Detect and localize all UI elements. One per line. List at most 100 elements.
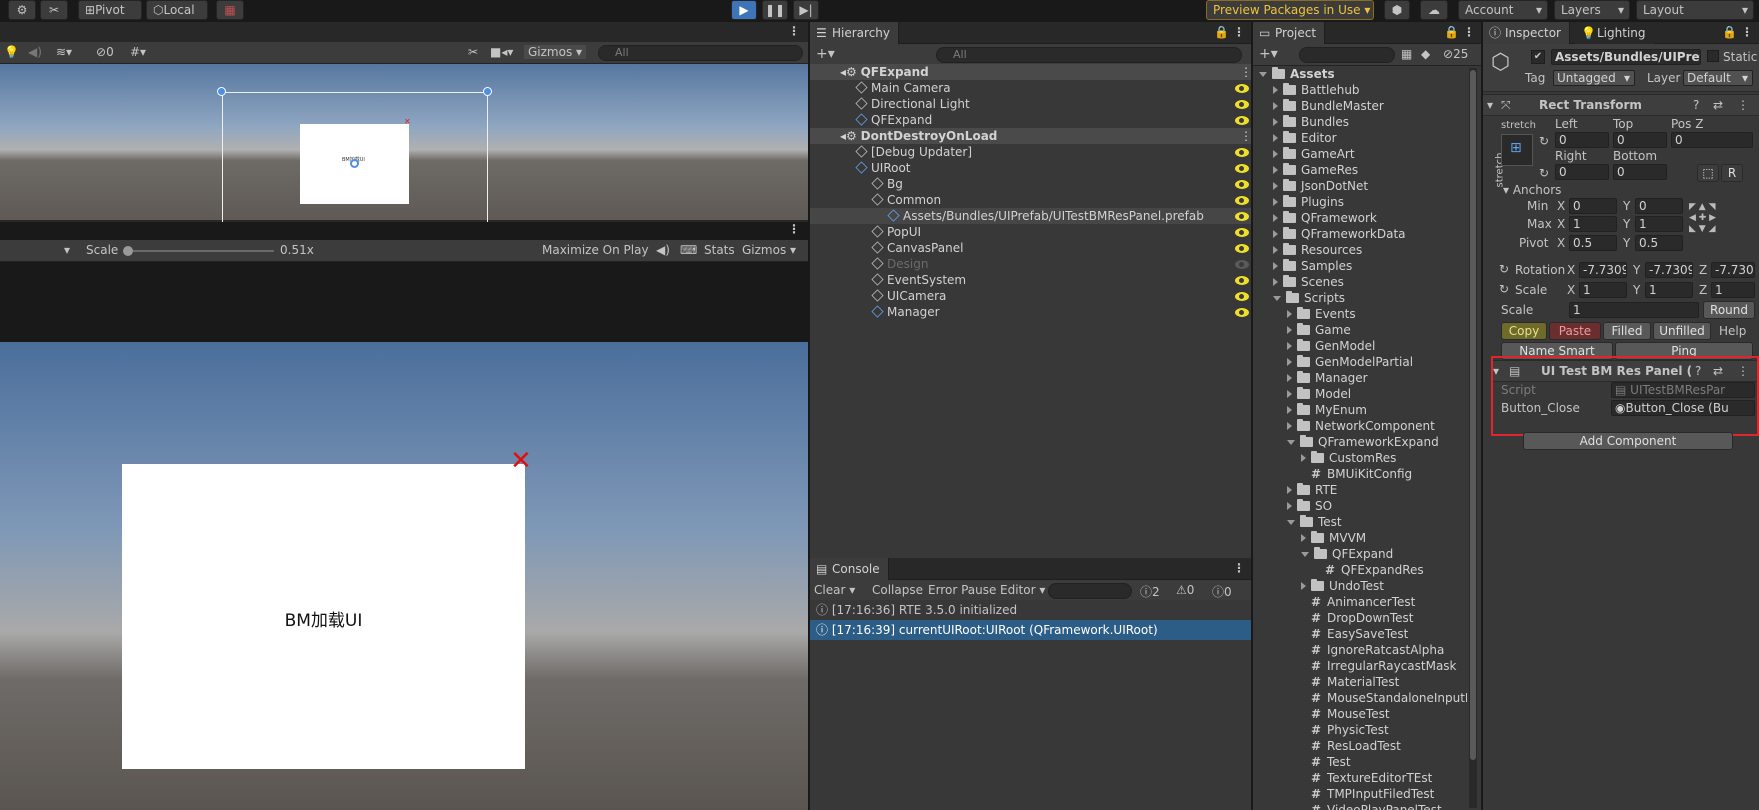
hierarchy-item[interactable]: Main Camera <box>810 80 1251 96</box>
foldout-icon[interactable] <box>1301 552 1309 557</box>
project-item[interactable]: Model <box>1253 386 1351 402</box>
anchors-foldout[interactable]: ▾ Anchors <box>1503 182 1561 198</box>
rotation-y[interactable]: -7.7309 <box>1645 262 1693 278</box>
game-menu-icon[interactable]: ⋮ <box>788 222 800 236</box>
foldout-icon[interactable] <box>1287 502 1292 510</box>
raw-edit-button[interactable]: R <box>1721 164 1743 182</box>
uniform-scale-field[interactable]: 1 <box>1569 302 1699 318</box>
hierarchy-item[interactable]: [Debug Updater] <box>810 144 1251 160</box>
active-checkbox[interactable]: ✔ <box>1531 50 1545 64</box>
project-item[interactable]: SO <box>1253 498 1332 514</box>
console-log-row[interactable]: ⓘ [17:16:36] RTE 3.5.0 initialized <box>810 600 1251 620</box>
add-component-button[interactable]: Add Component <box>1523 432 1733 450</box>
project-item[interactable]: GameRes <box>1253 162 1358 178</box>
project-item[interactable]: GenModelPartial <box>1253 354 1413 370</box>
close-button[interactable]: ✕ <box>510 446 532 476</box>
scale-x[interactable]: 1 <box>1579 282 1627 298</box>
console-search-input[interactable] <box>1048 583 1132 599</box>
hierarchy-item[interactable]: Common <box>810 192 1251 208</box>
component-menu-icon[interactable]: ⋮ <box>1737 98 1749 112</box>
visibility-eye-icon[interactable] <box>1235 276 1249 285</box>
foldout-icon[interactable] <box>1273 86 1278 94</box>
visibility-eye-icon[interactable] <box>1235 100 1249 109</box>
component-menu-icon[interactable]: ⋮ <box>1737 364 1749 378</box>
console-menu-icon[interactable]: ⋮ <box>1233 561 1245 575</box>
help-icon[interactable]: ? <box>1693 98 1699 112</box>
posz-field[interactable]: 0 <box>1671 132 1753 148</box>
preview-packages-button[interactable]: Preview Packages in Use ▾ <box>1206 0 1374 20</box>
foldout-icon[interactable] <box>1301 454 1306 462</box>
foldout-icon[interactable] <box>1287 390 1292 398</box>
game-gizmos-dropdown[interactable]: Gizmos ▾ <box>742 243 796 257</box>
local-button[interactable]: ⬡Local <box>146 0 208 20</box>
project-search-input[interactable] <box>1299 47 1395 63</box>
rotation-z[interactable]: -7.7309 <box>1711 262 1755 278</box>
project-item[interactable]: RTE <box>1253 482 1337 498</box>
foldout-icon[interactable] <box>1273 214 1278 222</box>
visibility-eye-icon[interactable] <box>1235 212 1249 221</box>
grid-icon[interactable]: #▾ <box>130 45 146 59</box>
tab-inspector[interactable]: ⓘ Inspector <box>1483 22 1570 44</box>
project-item[interactable]: QFrameworkExpand <box>1253 434 1439 450</box>
project-item[interactable]: MVVM <box>1253 530 1366 546</box>
foldout-icon[interactable] <box>1287 326 1292 334</box>
layout-dropdown[interactable]: Layout ▾ <box>1636 0 1754 20</box>
project-item[interactable]: # Test <box>1253 754 1351 770</box>
hierarchy-item[interactable]: Design <box>810 256 1251 272</box>
foldout-icon[interactable] <box>1287 406 1292 414</box>
project-item[interactable]: MyEnum <box>1253 402 1367 418</box>
foldout-icon[interactable] <box>1301 582 1306 590</box>
foldout-icon[interactable] <box>1287 440 1295 445</box>
project-item[interactable]: NetworkComponent <box>1253 418 1435 434</box>
project-item[interactable]: # MaterialTest <box>1253 674 1399 690</box>
project-item[interactable]: Scripts <box>1253 290 1345 306</box>
scene-viewport[interactable]: BM加载UI ✕ <box>0 64 808 244</box>
error-pause-toggle[interactable]: Error Pause <box>928 583 996 597</box>
project-item[interactable]: # ResLoadTest <box>1253 738 1401 754</box>
copy-button[interactable]: Copy <box>1501 322 1547 340</box>
scale-slider-thumb[interactable] <box>123 246 133 256</box>
anchor-max-x[interactable]: 1 <box>1569 216 1617 232</box>
project-item[interactable]: QFExpand <box>1253 546 1393 562</box>
collapse-toggle[interactable]: Collapse <box>872 583 923 597</box>
project-item[interactable]: CustomRes <box>1253 450 1396 466</box>
unfilled-button[interactable]: Unfilled <box>1653 322 1711 340</box>
scene-menu-icon[interactable]: ⋮ <box>1240 128 1252 144</box>
visibility-eye-icon[interactable] <box>1235 196 1249 205</box>
pivot-x[interactable]: 0.5 <box>1569 235 1617 251</box>
preset-icon[interactable]: ⇄ <box>1713 364 1723 378</box>
scale-slider[interactable] <box>123 246 274 256</box>
reset-rotation-icon[interactable]: ↻ <box>1499 262 1509 276</box>
display-dropdown-icon[interactable]: ▾ <box>64 243 70 257</box>
visibility-eye-icon[interactable] <box>1235 244 1249 253</box>
grid-snap-button[interactable]: ▦ <box>216 0 244 20</box>
project-item[interactable]: Resources <box>1253 242 1362 258</box>
foldout-icon[interactable] <box>1287 486 1292 494</box>
transform-tool-button[interactable]: ⚙ <box>8 0 36 20</box>
project-item[interactable]: Scenes <box>1253 274 1344 290</box>
project-item[interactable]: # EasySaveTest <box>1253 626 1408 642</box>
services-button[interactable]: ⬢ <box>1384 0 1410 20</box>
foldout-icon[interactable] <box>1273 296 1281 301</box>
paste-button[interactable]: Paste <box>1549 322 1601 340</box>
foldout-icon[interactable] <box>1273 102 1278 110</box>
right-field[interactable]: 0 <box>1555 164 1609 180</box>
hierarchy-item[interactable]: EventSystem <box>810 272 1251 288</box>
account-dropdown[interactable]: Account ▾ <box>1458 0 1548 20</box>
project-item[interactable]: QFrameworkData <box>1253 226 1406 242</box>
hierarchy-item[interactable]: QFExpand <box>810 112 1251 128</box>
hierarchy-item[interactable]: CanvasPanel <box>810 240 1251 256</box>
hidden-objects-icon[interactable]: ⊘0 <box>96 45 114 59</box>
effects-icon[interactable]: ≋▾ <box>56 45 72 59</box>
scene-menu-icon[interactable]: ⋮ <box>1240 64 1252 80</box>
blueprint-icon[interactable]: ↻ <box>1539 134 1549 148</box>
tag-dropdown[interactable]: Untagged ▾ <box>1553 70 1635 86</box>
static-checkbox[interactable] <box>1707 50 1719 62</box>
fold-icon[interactable]: ▾ <box>1487 98 1493 112</box>
anchor-min-y[interactable]: 0 <box>1635 198 1683 214</box>
script-component-header[interactable]: ▾ ▤ UI Test BM Res Panel (Scr ? ⇄ ⋮ <box>1493 360 1757 382</box>
left-field[interactable]: 0 <box>1555 132 1609 148</box>
foldout-icon[interactable] <box>1287 374 1292 382</box>
error-count[interactable]: ⓘ0 <box>1212 583 1232 600</box>
rect-handle[interactable] <box>217 87 226 96</box>
